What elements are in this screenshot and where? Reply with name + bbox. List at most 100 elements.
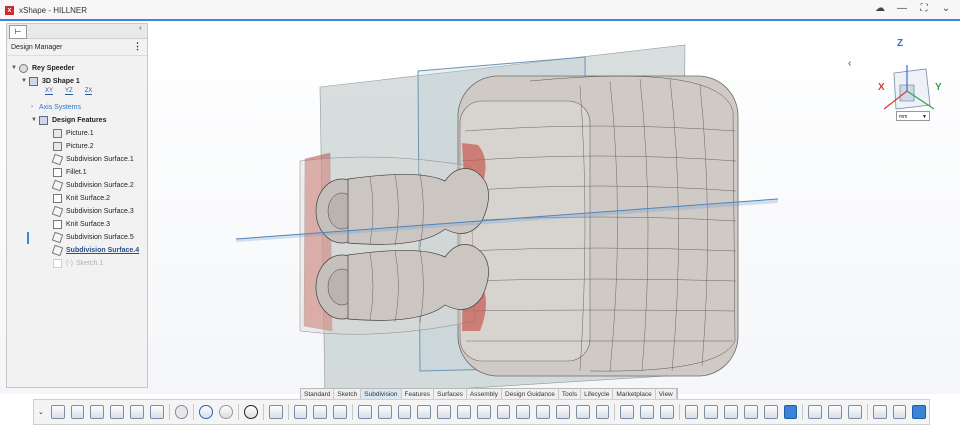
chamfer-icon[interactable] xyxy=(437,405,451,419)
toolbar-separator xyxy=(262,404,264,420)
settings-icon[interactable] xyxy=(174,405,189,419)
tree-tab-icon[interactable]: ⊢ xyxy=(9,25,27,39)
mirror-icon[interactable] xyxy=(496,405,511,419)
measure-icon[interactable] xyxy=(620,405,635,419)
tree-root-item[interactable]: ▼ Rey Speeder xyxy=(11,62,74,74)
revolve-icon[interactable] xyxy=(357,405,372,419)
subdivision-icon xyxy=(51,153,64,165)
zoom-fit-icon[interactable] xyxy=(684,405,699,419)
pattern-icon[interactable] xyxy=(516,405,531,419)
tree-item-feature[interactable]: Picture.1 xyxy=(53,127,94,139)
section-icon[interactable] xyxy=(659,405,674,419)
toolbar-separator xyxy=(287,404,289,420)
tree-item-feature[interactable]: Subdivision Surface.3 xyxy=(51,205,134,217)
yz-plane-icon[interactable]: YZ xyxy=(65,88,73,95)
zoom-area-icon[interactable] xyxy=(763,405,778,419)
sketch-icon[interactable] xyxy=(268,405,283,419)
tree-item-shape[interactable]: ▼ 3D Shape 1 xyxy=(21,75,80,87)
3d-model[interactable] xyxy=(230,41,790,401)
tree-toggle-icon[interactable]: ▼ xyxy=(31,117,39,123)
cloud-icon[interactable]: ☁ xyxy=(874,3,886,14)
feature-tree: ▼ Rey Speeder ▼ 3D Shape 1 XY YZ ZX › Ax… xyxy=(7,56,147,376)
tree-item-label: Subdivision Surface.2 xyxy=(66,181,134,189)
subdivision-icon xyxy=(51,205,64,217)
tree-item-feature[interactable]: Picture.2 xyxy=(53,140,94,152)
chevron-right-icon[interactable]: › xyxy=(31,104,39,110)
rollback-bar[interactable] xyxy=(27,232,29,244)
help-icon[interactable] xyxy=(244,405,258,419)
appearance-icon[interactable] xyxy=(828,405,843,419)
compare-icon[interactable] xyxy=(872,405,887,419)
tree-item-feature[interactable]: Knit Surface.3 xyxy=(53,218,110,230)
toolbar-separator xyxy=(866,404,868,420)
subdivision-icon xyxy=(51,244,64,256)
save-as-icon[interactable] xyxy=(110,405,125,419)
tree-item-feature[interactable]: Knit Surface.2 xyxy=(53,192,110,204)
undo-icon[interactable] xyxy=(199,405,214,419)
toolbar-separator xyxy=(614,404,616,420)
panel-collapse-button[interactable]: ‹ xyxy=(139,23,142,32)
sweep-icon[interactable] xyxy=(377,405,392,419)
viewport-collapse-button[interactable]: ‹ xyxy=(848,58,851,69)
active-view-icon[interactable] xyxy=(912,405,927,419)
draft-icon[interactable] xyxy=(476,405,491,419)
knit-icon[interactable] xyxy=(555,405,570,419)
toolbar-separator xyxy=(168,404,170,420)
toolbar-separator xyxy=(351,404,353,420)
shell-icon[interactable] xyxy=(456,405,471,419)
loft-icon[interactable] xyxy=(397,405,412,419)
print-icon[interactable] xyxy=(149,405,164,419)
tree-item-label: Subdivision Surface.4 xyxy=(66,246,140,254)
maximize-button[interactable]: ⛶ xyxy=(918,3,930,14)
toolbar-overflow-icon[interactable]: ⌄ xyxy=(38,408,44,416)
redo-icon[interactable] xyxy=(219,405,234,419)
split-icon[interactable] xyxy=(536,405,550,419)
toolbar-separator xyxy=(193,404,195,420)
tree-item-feature[interactable]: Subdivision Surface.1 xyxy=(51,153,134,165)
tree-item-label: Picture.1 xyxy=(66,129,94,137)
boolean-icon[interactable] xyxy=(595,405,610,419)
rotate-icon[interactable] xyxy=(744,405,758,419)
knit-icon xyxy=(53,193,62,203)
panel-menu-button[interactable]: ⋮ xyxy=(133,41,142,52)
tree-item-feature-selected[interactable]: Subdivision Surface.4 xyxy=(51,244,140,256)
toolbar-separator xyxy=(238,404,239,420)
tree-root-label: Rey Speeder xyxy=(32,64,75,72)
extrude-icon[interactable] xyxy=(333,405,347,419)
unit-select[interactable]: mm ▼ xyxy=(896,111,930,121)
tree-item-label: Knit Surface.2 xyxy=(66,194,110,202)
tree-item-design-features[interactable]: ▼ Design Features xyxy=(31,114,106,126)
window-menu-button[interactable]: ⌄ xyxy=(940,3,952,14)
save-icon[interactable] xyxy=(90,405,105,419)
tree-item-feature[interactable]: Subdivision Surface.2 xyxy=(51,179,134,191)
tree-toggle-icon[interactable]: ▼ xyxy=(11,65,19,71)
zx-plane-icon[interactable]: ZX xyxy=(84,88,93,95)
zoom-icon[interactable] xyxy=(704,405,719,419)
rebuild-icon[interactable] xyxy=(130,405,144,419)
fillet-icon xyxy=(53,167,62,177)
features-folder-icon xyxy=(39,115,48,125)
xy-plane-icon[interactable]: XY xyxy=(45,88,54,95)
fillet-icon[interactable] xyxy=(417,405,432,419)
render-icon[interactable] xyxy=(848,405,862,419)
open-icon[interactable] xyxy=(70,405,85,419)
minimize-button[interactable]: — xyxy=(896,3,908,14)
pan-icon[interactable] xyxy=(724,405,739,419)
toolbar-separator xyxy=(802,404,804,420)
tree-item-label: Fillet.1 xyxy=(66,168,87,176)
new-icon[interactable] xyxy=(50,405,65,419)
tree-item-label: Subdivision Surface.5 xyxy=(66,233,134,241)
grid-icon[interactable] xyxy=(313,405,328,419)
view-cube-icon[interactable] xyxy=(783,405,798,419)
thicken-icon[interactable] xyxy=(575,405,590,419)
display-icon[interactable] xyxy=(808,405,823,419)
tree-item-axis-systems[interactable]: › Axis Systems xyxy=(31,101,81,113)
tree-toggle-icon[interactable]: ▼ xyxy=(21,78,29,84)
settings-view-icon[interactable] xyxy=(892,405,907,419)
subdivision-icon xyxy=(51,231,64,243)
analyze-icon[interactable] xyxy=(640,405,654,419)
box-icon[interactable] xyxy=(293,405,308,419)
tree-item-feature[interactable]: Fillet.1 xyxy=(53,166,87,178)
tree-item-feature[interactable]: Subdivision Surface.5 xyxy=(51,231,134,243)
tree-item-disabled[interactable]: (-) Sketch.1 xyxy=(53,257,103,269)
